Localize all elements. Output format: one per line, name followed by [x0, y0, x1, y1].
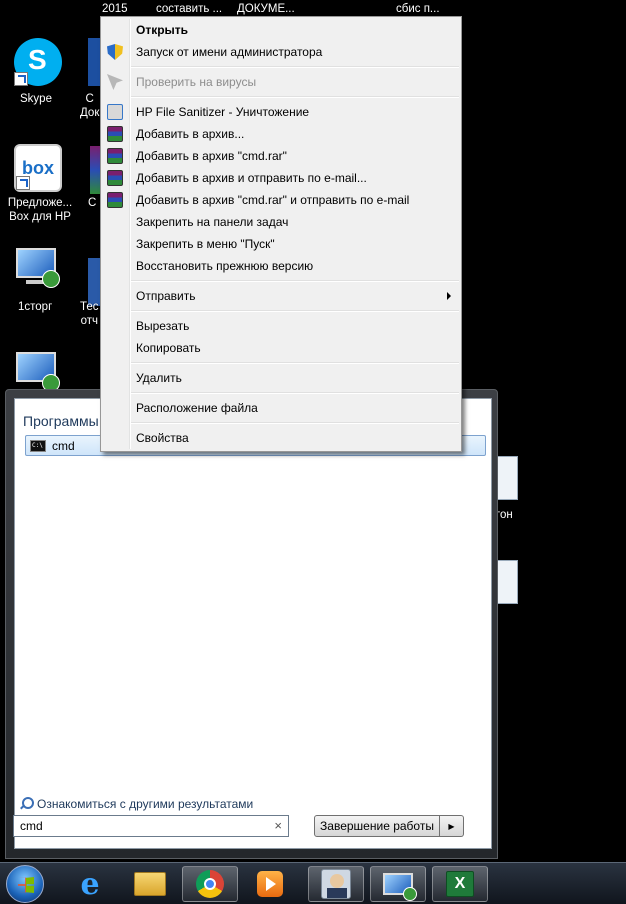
- context-menu: Открыть Запуск от имени администратора П…: [100, 16, 462, 452]
- remote-desktop-desktop-icon[interactable]: [14, 246, 62, 294]
- search-input-value: cmd: [20, 819, 43, 833]
- menu-item-label: Вырезать: [136, 319, 190, 333]
- menu-item-label: Добавить в архив и отправить по e-mail..…: [136, 171, 367, 185]
- hp-sanitizer-icon: [107, 104, 123, 120]
- chrome-icon[interactable]: [182, 866, 238, 902]
- cmd-icon: C:\: [30, 439, 46, 452]
- search-result-label: cmd: [52, 438, 75, 453]
- menu-item-open[interactable]: Открыть: [103, 19, 459, 41]
- menu-item-label: Добавить в архив "cmd.rar" и отправить п…: [136, 193, 410, 207]
- menu-item-restore-version[interactable]: Восстановить прежнюю версию: [103, 255, 459, 277]
- start-orb[interactable]: [6, 865, 44, 903]
- menu-item-properties[interactable]: Свойства: [103, 427, 459, 449]
- gon-label: гон: [496, 509, 513, 521]
- menu-item-label: Отправить: [136, 289, 196, 303]
- submenu-arrow-icon: [447, 292, 451, 300]
- desktop-label-sbis: сбис п...: [396, 3, 440, 15]
- winrar-icon: [107, 170, 123, 186]
- menu-item-label: Удалить: [136, 371, 182, 385]
- start-search-input[interactable]: cmd ×: [13, 815, 289, 837]
- menu-item-label: Открыть: [136, 23, 189, 37]
- desktop-label-documents: ДОКУМЕ...: [237, 3, 295, 15]
- desktop-label-2015: 2015: [102, 3, 128, 15]
- menu-item-label: Закрепить на панели задач: [136, 215, 289, 229]
- menu-item-scan-virus[interactable]: Проверить на вирусы: [103, 71, 459, 93]
- menu-item-label: Добавить в архив "cmd.rar": [136, 149, 287, 163]
- menu-item-pin-start[interactable]: Закрепить в меню "Пуск": [103, 233, 459, 255]
- test-report-label: Тес отч: [80, 301, 99, 327]
- box-icon[interactable]: box: [14, 144, 62, 192]
- 1storg-label: 1сторг: [18, 301, 53, 313]
- box-label: Предложе... Box для HP: [7, 197, 73, 223]
- app-avatar-icon[interactable]: [308, 866, 364, 902]
- menu-separator: [131, 392, 459, 394]
- doc-partial-label: С Док: [80, 93, 100, 119]
- menu-item-pin-taskbar[interactable]: Закрепить на панели задач: [103, 211, 459, 233]
- menu-item-label: Запуск от имени администратора: [136, 45, 323, 59]
- menu-item-label: Проверить на вирусы: [136, 75, 257, 89]
- internet-explorer-icon[interactable]: e: [62, 866, 118, 902]
- menu-item-hp-sanitizer[interactable]: HP File Sanitizer - Уничтожение: [103, 101, 459, 123]
- shortcut-arrow-icon: [16, 176, 30, 190]
- menu-item-file-location[interactable]: Расположение файла: [103, 397, 459, 419]
- text-file-icon[interactable]: [496, 456, 518, 500]
- excel-icon[interactable]: X: [432, 866, 488, 902]
- menu-item-label: Добавить в архив...: [136, 127, 245, 141]
- menu-separator: [131, 310, 459, 312]
- menu-item-label: HP File Sanitizer - Уничтожение: [136, 105, 310, 119]
- file-explorer-icon[interactable]: [122, 866, 178, 902]
- menu-item-label: Закрепить в меню "Пуск": [136, 237, 275, 251]
- partial-label-c: С: [88, 197, 97, 209]
- media-player-icon[interactable]: [242, 866, 298, 902]
- menu-item-label: Свойства: [136, 431, 189, 445]
- more-results-label: Ознакомиться с другими результатами: [37, 797, 254, 811]
- winrar-icon: [107, 192, 123, 208]
- menu-item-archive-email[interactable]: Добавить в архив и отправить по e-mail..…: [103, 167, 459, 189]
- shutdown-options-arrow-icon[interactable]: ▶: [440, 815, 464, 837]
- skype-label: Skype: [20, 93, 52, 105]
- start-menu-results-pane: Программы C:\ cmd Ознакомиться с другими…: [14, 398, 492, 849]
- desktop-label-compose: составить ...: [156, 3, 223, 15]
- start-menu: Программы C:\ cmd Ознакомиться с другими…: [5, 389, 498, 859]
- menu-item-cut[interactable]: Вырезать: [103, 315, 459, 337]
- winrar-icon: [107, 148, 123, 164]
- menu-item-add-archive[interactable]: Добавить в архив...: [103, 123, 459, 145]
- menu-separator: [131, 362, 459, 364]
- menu-item-run-as-admin[interactable]: Запуск от имени администратора: [103, 41, 459, 63]
- taskbar: e X: [0, 862, 626, 904]
- antivirus-icon: [107, 74, 123, 90]
- winrar-icon: [107, 126, 123, 142]
- shortcut-arrow-icon: [14, 72, 28, 86]
- menu-item-copy[interactable]: Копировать: [103, 337, 459, 359]
- search-icon: [19, 797, 34, 811]
- text-file-icon-2[interactable]: [496, 560, 518, 604]
- menu-separator: [131, 422, 459, 424]
- uac-shield-icon: [107, 44, 123, 60]
- menu-item-cmd-rar-email[interactable]: Добавить в архив "cmd.rar" и отправить п…: [103, 189, 459, 211]
- menu-separator: [131, 280, 459, 282]
- clear-icon[interactable]: ×: [274, 818, 282, 833]
- menu-item-label: Копировать: [136, 341, 201, 355]
- menu-item-delete[interactable]: Удалить: [103, 367, 459, 389]
- skype-icon[interactable]: S: [14, 38, 62, 86]
- shutdown-button[interactable]: Завершение работы: [314, 815, 440, 837]
- remote-desktop-icon[interactable]: [370, 866, 426, 902]
- menu-item-send-to[interactable]: Отправить: [103, 285, 459, 307]
- menu-item-add-cmd-rar[interactable]: Добавить в архив "cmd.rar": [103, 145, 459, 167]
- menu-item-label: Расположение файла: [136, 401, 258, 415]
- more-results-link[interactable]: Ознакомиться с другими результатами: [19, 797, 253, 811]
- menu-separator: [131, 66, 459, 68]
- programs-section-title: Программы: [23, 413, 99, 429]
- menu-item-label: Восстановить прежнюю версию: [136, 259, 314, 273]
- menu-separator: [131, 96, 459, 98]
